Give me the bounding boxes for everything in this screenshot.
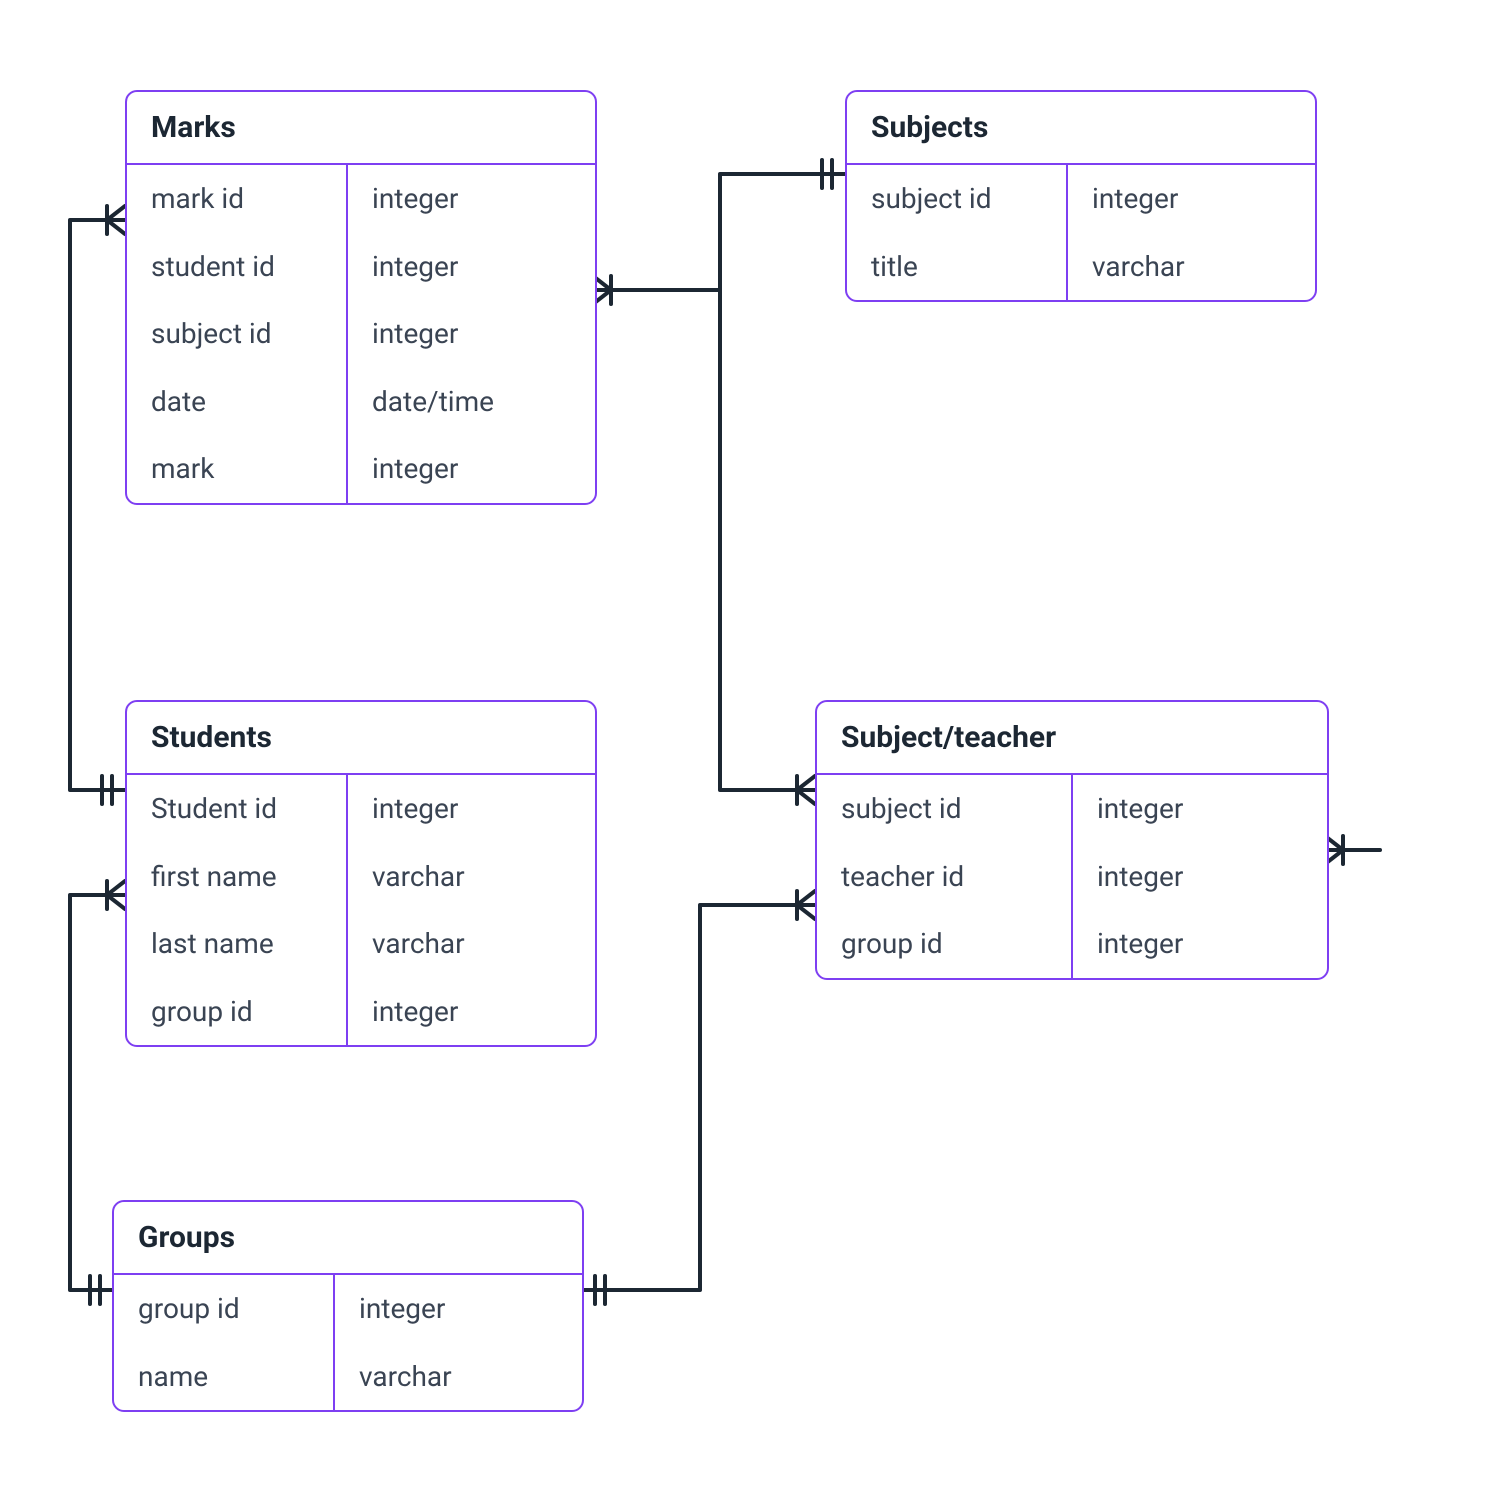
field-name: date xyxy=(127,368,346,436)
entity-title: Groups xyxy=(114,1202,582,1275)
entity-marks: Marks mark id student id subject id date… xyxy=(125,90,597,505)
entity-subjects: Subjects subject id title integer varcha… xyxy=(845,90,1317,302)
field-type: integer xyxy=(348,775,595,843)
field-name: first name xyxy=(127,843,346,911)
field-type: integer xyxy=(1068,165,1315,233)
field-type: varchar xyxy=(1068,233,1315,301)
field-type: varchar xyxy=(348,910,595,978)
field-name: subject id xyxy=(127,300,346,368)
entity-title: Students xyxy=(127,702,595,775)
field-name: subject id xyxy=(817,775,1071,843)
field-name: group id xyxy=(817,910,1071,978)
entity-title: Marks xyxy=(127,92,595,165)
field-type: integer xyxy=(335,1275,582,1343)
entity-subject-teacher: Subject/teacher subject id teacher id gr… xyxy=(815,700,1329,980)
entity-title: Subject/teacher xyxy=(817,702,1327,775)
field-name: group id xyxy=(114,1275,333,1343)
field-name: title xyxy=(847,233,1066,301)
field-name: teacher id xyxy=(817,843,1071,911)
field-name: mark xyxy=(127,435,346,503)
field-type: integer xyxy=(1073,775,1327,843)
field-type: integer xyxy=(348,233,595,301)
field-type: integer xyxy=(348,300,595,368)
field-type: date/time xyxy=(348,368,595,436)
field-name: last name xyxy=(127,910,346,978)
field-type: integer xyxy=(1073,910,1327,978)
field-name: mark id xyxy=(127,165,346,233)
field-type: integer xyxy=(348,978,595,1046)
entity-title: Subjects xyxy=(847,92,1315,165)
field-name: Student id xyxy=(127,775,346,843)
field-type: integer xyxy=(348,435,595,503)
field-name: group id xyxy=(127,978,346,1046)
field-type: varchar xyxy=(348,843,595,911)
field-type: integer xyxy=(1073,843,1327,911)
field-name: subject id xyxy=(847,165,1066,233)
field-name: student id xyxy=(127,233,346,301)
field-type: varchar xyxy=(335,1343,582,1411)
field-name: name xyxy=(114,1343,333,1411)
entity-groups: Groups group id name integer varchar xyxy=(112,1200,584,1412)
entity-students: Students Student id first name last name… xyxy=(125,700,597,1047)
field-type: integer xyxy=(348,165,595,233)
